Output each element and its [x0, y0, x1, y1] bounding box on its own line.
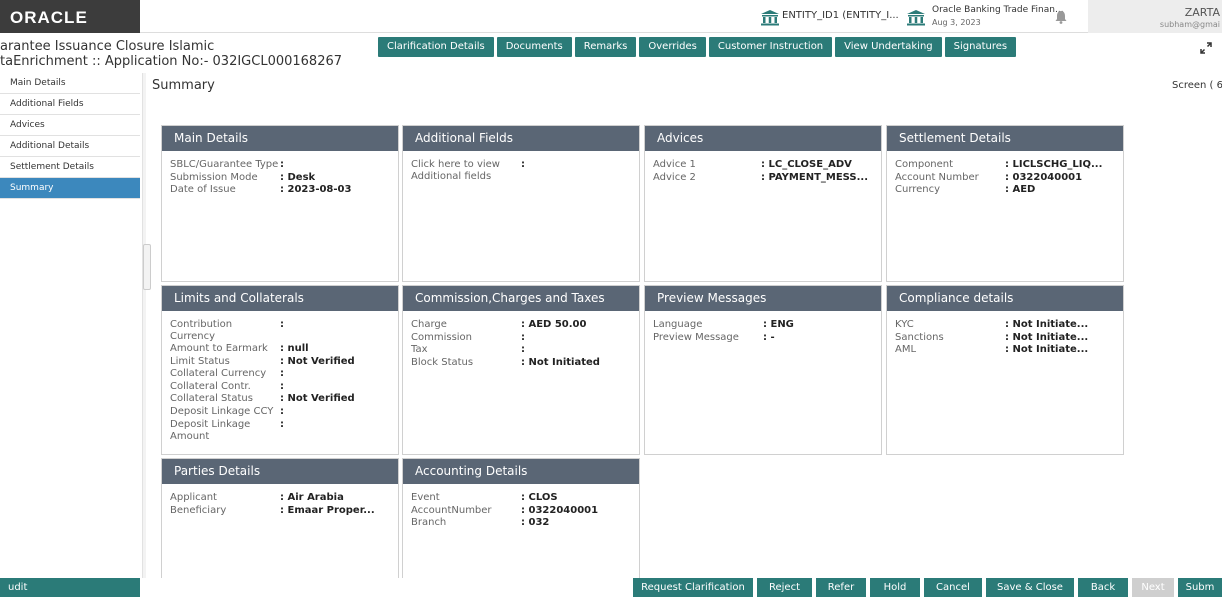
refer-button[interactable]: Refer	[816, 578, 866, 597]
field-row: Deposit Linkage Amount:	[170, 418, 288, 442]
field-row: Language: ENG	[653, 319, 794, 330]
field-row: Click here to view Additional fields:	[411, 159, 529, 183]
card-title: Parties Details	[162, 459, 398, 484]
sidebar-item-additional-details[interactable]: Additional Details	[0, 136, 140, 157]
sidebar-item-summary[interactable]: Summary	[0, 178, 140, 199]
field-row: Event: CLOS	[411, 492, 558, 503]
card-additional-fields[interactable]: Additional Fields Click here to view Add…	[402, 125, 640, 282]
back-button[interactable]: Back	[1078, 578, 1128, 597]
submit-button[interactable]: Subm	[1178, 578, 1222, 597]
card-parties-details[interactable]: Parties Details Applicant: Air Arabia Be…	[161, 458, 399, 583]
field-row: Component: LICLSCHG_LIQ...	[895, 159, 1103, 170]
field-row: Sanctions: Not Initiate...	[895, 331, 1089, 343]
hold-button[interactable]: Hold	[870, 578, 920, 597]
field-row: Date of Issue: 2023-08-03	[170, 184, 352, 196]
screen-label: Screen ( 6	[1172, 80, 1222, 91]
card-settlement-details[interactable]: Settlement Details Component: LICLSCHG_L…	[886, 125, 1124, 282]
sidebar-item-additional-fields[interactable]: Additional Fields	[0, 94, 140, 115]
customer-instruction-button[interactable]: Customer Instruction	[708, 37, 833, 57]
page-title: arantee Issuance Closure Islamic	[0, 39, 215, 54]
sidebar-collapse-handle[interactable]	[143, 244, 151, 290]
oracle-logo: ORACLE	[10, 8, 88, 27]
field-row: Contribution Currency:	[170, 319, 288, 342]
sidebar-nav: Main Details Additional Fields Advices A…	[0, 73, 140, 583]
card-title: Commission,Charges and Taxes	[403, 286, 639, 311]
top-bar: ORACLE ENTITY_ID1 (ENTITY_I... Oracle Ba…	[0, 0, 1222, 33]
field-row: Charge: AED 50.00	[411, 319, 587, 330]
expand-icon[interactable]	[1198, 40, 1214, 56]
sidebar-item-advices[interactable]: Advices	[0, 115, 140, 136]
save-close-button[interactable]: Save & Close	[986, 578, 1074, 597]
field-row: KYC: Not Initiate...	[895, 319, 1089, 330]
field-row: Deposit Linkage CCY:	[170, 405, 288, 417]
field-row: Amount to Earmark: null	[170, 343, 309, 354]
app-date: Aug 3, 2023	[932, 18, 981, 27]
field-row: Collateral Currency:	[170, 368, 288, 380]
field-row: Tax:	[411, 344, 529, 356]
card-commission-charges-taxes[interactable]: Commission,Charges and Taxes Charge: AED…	[402, 285, 640, 455]
entity-selector[interactable]: ENTITY_ID1 (ENTITY_I...	[782, 10, 899, 21]
field-row: Branch: 032	[411, 517, 550, 529]
field-row: AML: Not Initiate...	[895, 344, 1089, 356]
sidebar-item-settlement-details[interactable]: Settlement Details	[0, 157, 140, 178]
cancel-button[interactable]: Cancel	[924, 578, 982, 597]
field-row: Collateral Status: Not Verified	[170, 393, 355, 405]
field-row: Applicant: Air Arabia	[170, 492, 344, 503]
field-row: SBLC/Guarantee Type:	[170, 159, 288, 170]
user-email: subham@gmai	[1159, 20, 1220, 29]
view-undertaking-button[interactable]: View Undertaking	[835, 37, 942, 57]
bank-icon[interactable]	[760, 9, 780, 26]
logo-container: ORACLE	[0, 0, 140, 33]
header-tab-bar: Clarification Details Documents Remarks …	[378, 37, 1017, 57]
request-clarification-button[interactable]: Request Clarification	[633, 578, 753, 597]
clarification-details-button[interactable]: Clarification Details	[378, 37, 494, 57]
card-title: Additional Fields	[403, 126, 639, 151]
additional-fields-link[interactable]: Click here to view Additional fields	[411, 159, 521, 183]
bell-icon[interactable]	[1054, 10, 1068, 24]
app-title[interactable]: Oracle Banking Trade Finan...	[932, 5, 1064, 15]
card-title: Limits and Collaterals	[162, 286, 398, 311]
card-accounting-details[interactable]: Accounting Details Event: CLOS AccountNu…	[402, 458, 640, 583]
field-row: Account Number: 0322040001	[895, 171, 1083, 183]
sidebar-item-main-details[interactable]: Main Details	[0, 73, 140, 94]
field-row: Commission:	[411, 331, 529, 343]
user-name: ZARTA	[1184, 6, 1220, 19]
field-row: Limit Status: Not Verified	[170, 355, 355, 367]
field-row: Block Status: Not Initiated	[411, 356, 600, 368]
summary-title: Summary	[152, 78, 215, 93]
field-row: Preview Message: -	[653, 331, 775, 343]
next-button[interactable]: Next	[1132, 578, 1174, 597]
card-main-details[interactable]: Main Details SBLC/Guarantee Type: Submis…	[161, 125, 399, 282]
field-row: Advice 1: LC_CLOSE_ADV	[653, 159, 852, 170]
card-title: Accounting Details	[403, 459, 639, 484]
user-panel[interactable]: ZARTA subham@gmai	[1088, 0, 1222, 33]
remarks-button[interactable]: Remarks	[574, 37, 637, 57]
page-subtitle: taEnrichment :: Application No:- 032IGCL…	[0, 54, 343, 69]
sidebar-divider	[142, 73, 146, 583]
card-preview-messages[interactable]: Preview Messages Language: ENG Preview M…	[644, 285, 882, 455]
card-advices[interactable]: Advices Advice 1: LC_CLOSE_ADV Advice 2:…	[644, 125, 882, 282]
bank-icon[interactable]	[906, 9, 926, 26]
field-row: AccountNumber: 0322040001	[411, 504, 599, 516]
card-compliance-details[interactable]: Compliance details KYC: Not Initiate... …	[886, 285, 1124, 455]
card-title: Settlement Details	[887, 126, 1123, 151]
field-row: Submission Mode: Desk	[170, 171, 316, 183]
card-title: Advices	[645, 126, 881, 151]
field-row: Advice 2: PAYMENT_MESS...	[653, 171, 869, 183]
card-limits-collaterals[interactable]: Limits and Collaterals Contribution Curr…	[161, 285, 399, 455]
field-row: Collateral Contr.:	[170, 380, 288, 392]
audit-button[interactable]: udit	[0, 578, 140, 597]
card-title: Main Details	[162, 126, 398, 151]
card-title: Preview Messages	[645, 286, 881, 311]
card-title: Compliance details	[887, 286, 1123, 311]
overrides-button[interactable]: Overrides	[639, 37, 706, 57]
signatures-button[interactable]: Signatures	[944, 37, 1017, 57]
documents-button[interactable]: Documents	[496, 37, 572, 57]
field-row: Currency: AED	[895, 184, 1036, 196]
reject-button[interactable]: Reject	[757, 578, 812, 597]
field-row: Beneficiary: Emaar Proper...	[170, 504, 375, 516]
